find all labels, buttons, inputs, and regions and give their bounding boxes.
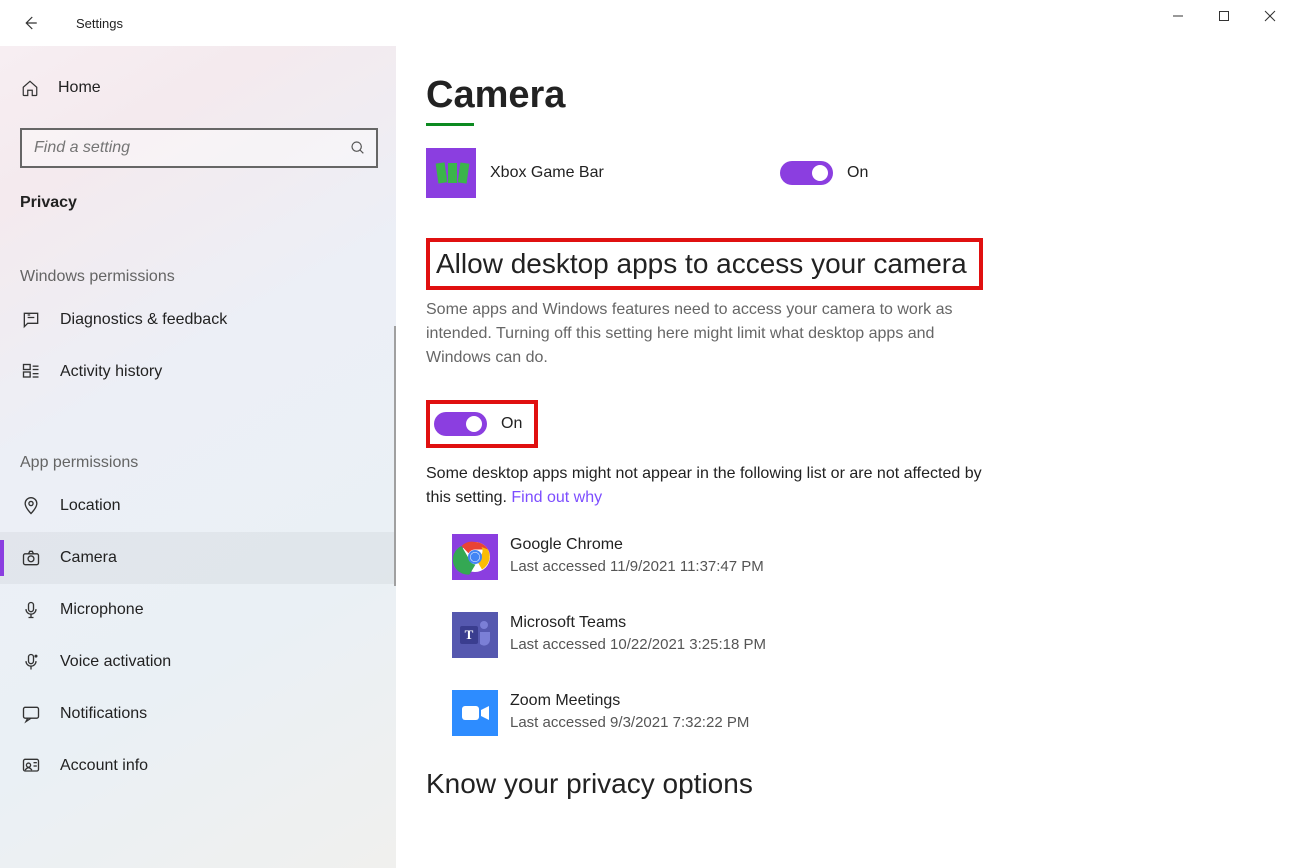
minimize-button[interactable]	[1155, 0, 1201, 32]
highlight-box-heading: Allow desktop apps to access your camera	[426, 238, 983, 290]
minimize-icon	[1172, 10, 1184, 22]
nav-voice-activation[interactable]: Voice activation	[0, 636, 396, 688]
search-input[interactable]	[32, 138, 350, 158]
nav-item-label: Location	[60, 497, 121, 515]
maximize-button[interactable]	[1201, 0, 1247, 32]
teams-icon: T	[452, 612, 498, 658]
group-windows-permissions: Windows permissions	[20, 268, 396, 286]
sidebar: Home Privacy Windows permissions Diagnos…	[0, 46, 396, 868]
close-icon	[1264, 10, 1276, 22]
title-underline	[426, 123, 474, 126]
toggle-state: On	[501, 415, 522, 433]
section-description: Some apps and Windows features need to a…	[426, 298, 986, 370]
content: Camera Xbox Game Bar On Allow desktop ap…	[396, 46, 1293, 868]
feedback-icon	[20, 310, 42, 330]
nav-item-label: Diagnostics & feedback	[60, 311, 227, 329]
location-icon	[20, 496, 42, 516]
search-box[interactable]	[20, 128, 378, 168]
xbox-game-bar-icon	[426, 148, 476, 198]
app-last-accessed: Last accessed 9/3/2021 7:32:22 PM	[510, 712, 749, 733]
camera-icon	[20, 548, 42, 568]
app-row-xbox: Xbox Game Bar On	[426, 148, 1263, 198]
nav-item-label: Voice activation	[60, 653, 171, 671]
app-name: Zoom Meetings	[510, 690, 749, 712]
app-name: Microsoft Teams	[510, 612, 766, 634]
page-title: Camera	[426, 74, 1263, 117]
nav-home-label: Home	[58, 79, 101, 97]
list-item: Zoom Meetings Last accessed 9/3/2021 7:3…	[452, 690, 1263, 736]
nav-microphone[interactable]: Microphone	[0, 584, 396, 636]
nav-item-label: Notifications	[60, 705, 147, 723]
nav-activity-history[interactable]: Activity history	[0, 346, 396, 398]
sidebar-current-area: Privacy	[20, 194, 396, 212]
toggle-state: On	[847, 164, 868, 182]
voice-icon	[20, 652, 42, 672]
window-controls	[1155, 0, 1293, 32]
section-heading: Allow desktop apps to access your camera	[432, 246, 971, 282]
nav-item-label: Account info	[60, 757, 148, 775]
zoom-icon	[452, 690, 498, 736]
nav-home[interactable]: Home	[20, 66, 396, 110]
nav-location[interactable]: Location	[0, 480, 396, 532]
app-name: Xbox Game Bar	[490, 164, 780, 182]
arrow-left-icon	[21, 14, 39, 32]
nav-item-label: Camera	[60, 549, 117, 567]
app-last-accessed: Last accessed 10/22/2021 3:25:18 PM	[510, 634, 766, 655]
app-name: Google Chrome	[510, 534, 764, 556]
microphone-icon	[20, 600, 42, 620]
close-button[interactable]	[1247, 0, 1293, 32]
app-last-accessed: Last accessed 11/9/2021 11:37:47 PM	[510, 556, 764, 577]
nav-item-label: Activity history	[60, 363, 162, 381]
home-icon	[20, 79, 40, 97]
nav-item-label: Microphone	[60, 601, 144, 619]
nav-diagnostics[interactable]: Diagnostics & feedback	[0, 294, 396, 346]
note-text: Some desktop apps might not appear in th…	[426, 462, 986, 510]
list-item: Google Chrome Last accessed 11/9/2021 11…	[452, 534, 1263, 580]
highlight-box-toggle: On	[426, 400, 538, 448]
notifications-icon	[20, 704, 42, 724]
account-icon	[20, 756, 42, 776]
chrome-icon	[452, 534, 498, 580]
list-item: T Microsoft Teams Last accessed 10/22/20…	[452, 612, 1263, 658]
search-icon	[350, 140, 366, 156]
find-out-why-link[interactable]: Find out why	[511, 489, 602, 506]
nav-camera[interactable]: Camera	[0, 532, 396, 584]
bottom-heading: Know your privacy options	[426, 768, 1263, 800]
back-button[interactable]	[12, 5, 48, 41]
nav-account-info[interactable]: Account info	[0, 740, 396, 792]
titlebar: Settings	[0, 0, 1293, 46]
xbox-toggle[interactable]	[780, 161, 833, 185]
window-title: Settings	[76, 16, 123, 31]
desktop-apps-list: Google Chrome Last accessed 11/9/2021 11…	[452, 534, 1263, 736]
desktop-apps-toggle[interactable]	[434, 412, 487, 436]
note-body: Some desktop apps might not appear in th…	[426, 465, 982, 506]
svg-text:T: T	[465, 627, 474, 642]
group-app-permissions: App permissions	[20, 454, 396, 472]
history-icon	[20, 362, 42, 382]
maximize-icon	[1218, 10, 1230, 22]
nav-notifications[interactable]: Notifications	[0, 688, 396, 740]
